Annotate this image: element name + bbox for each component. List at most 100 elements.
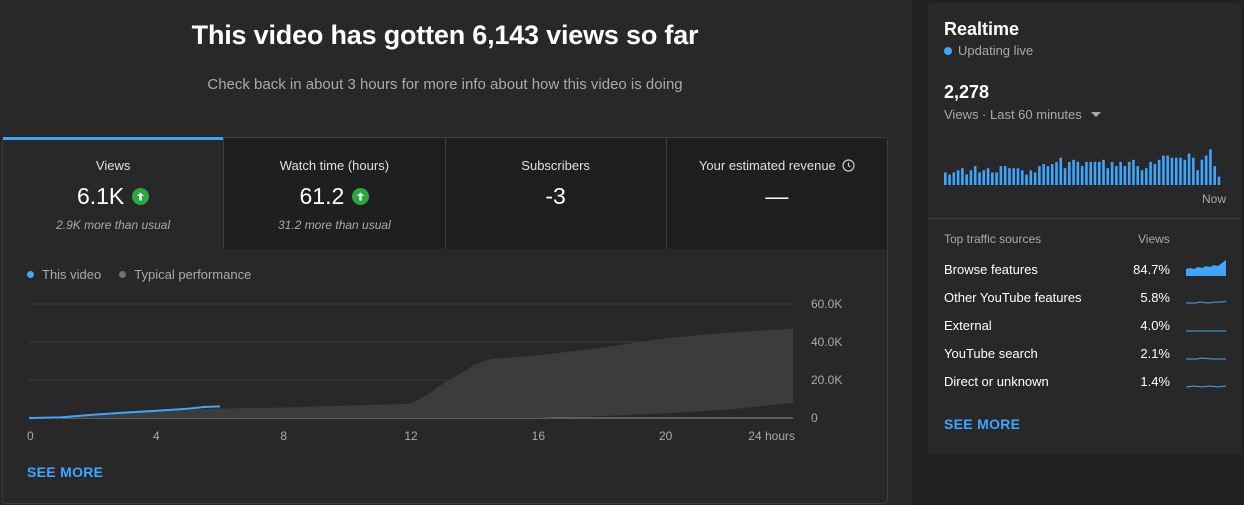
realtime-bar: [1174, 157, 1178, 185]
traffic-header-label: Top traffic sources: [944, 232, 1042, 246]
realtime-bar: [1187, 153, 1191, 185]
realtime-bar: [973, 166, 977, 185]
tab-note: 31.2 more than usual: [278, 218, 391, 232]
y-tick-label: 20.0K: [811, 373, 842, 387]
realtime-bar: [965, 174, 968, 185]
trend-up-icon: [352, 188, 370, 205]
views-chart: 0 20.0K 40.0K 60.0K 0 4 8 12 16 20 24 hours: [27, 297, 842, 443]
realtime-bar: [1110, 161, 1114, 185]
realtime-bar: [1076, 161, 1080, 185]
realtime-bar: [1003, 166, 1007, 185]
metrics-card: Views 6.1K 2.9K more than usual Watch ti…: [2, 137, 888, 504]
realtime-bar: [1020, 170, 1024, 185]
traffic-source-name: Browse features: [944, 262, 1038, 277]
realtime-bar: [1123, 166, 1127, 185]
tab-note: 2.9K more than usual: [56, 218, 171, 232]
traffic-header: Top traffic sources Views: [944, 232, 1226, 246]
tab-value-text: —: [765, 183, 789, 209]
legend-dot: [119, 271, 127, 278]
traffic-source-pct: 1.4%: [1140, 374, 1170, 389]
traffic-source-pct: 84.7%: [1133, 262, 1170, 277]
realtime-bar: [1153, 164, 1157, 185]
realtime-bar: [1025, 174, 1028, 185]
realtime-bar: [952, 172, 956, 185]
traffic-row: Browse features 84.7%: [944, 260, 1226, 282]
realtime-bar: [1140, 170, 1144, 185]
legend-typical: Typical performance: [119, 267, 251, 282]
period-dropdown[interactable]: Views · Last 60 minutes: [944, 107, 1101, 122]
tab-title: Your estimated revenue: [699, 158, 855, 173]
tab-views[interactable]: Views 6.1K 2.9K more than usual: [3, 137, 224, 249]
metric-tabs: Views 6.1K 2.9K more than usual Watch ti…: [3, 137, 887, 249]
realtime-bar: [1162, 155, 1165, 185]
traffic-source-pct: 2.1%: [1140, 346, 1170, 361]
tab-subscribers[interactable]: Subscribers -3: [444, 138, 666, 249]
legend-this-video: This video: [27, 267, 101, 282]
legend-label: This video: [42, 267, 102, 282]
x-tick-label: 12: [404, 429, 418, 443]
realtime-bar-chart: [944, 149, 1221, 185]
chart-legend: This video Typical performance: [27, 267, 251, 282]
clock-icon[interactable]: [842, 159, 855, 172]
trend-up-icon: [132, 188, 150, 205]
now-label: Now: [1201, 192, 1226, 206]
y-tick-label: 40.0K: [811, 335, 842, 349]
realtime-bar: [1068, 161, 1071, 185]
realtime-bar: [1097, 161, 1101, 185]
realtime-bar: [1183, 159, 1187, 185]
realtime-bar: [1157, 159, 1161, 185]
y-tick-label: 0: [811, 411, 818, 425]
traffic-header-views: Views: [1138, 232, 1170, 246]
tab-value-text: 6.1K: [76, 183, 125, 209]
traffic-row: YouTube search 2.1%: [944, 346, 1226, 366]
traffic-source-name: Other YouTube features: [944, 290, 1082, 305]
tab-revenue[interactable]: Your estimated revenue —: [665, 138, 887, 249]
realtime-bar: [978, 172, 981, 185]
tab-value: -3: [446, 183, 666, 210]
realtime-bar: [1029, 170, 1033, 185]
tab-value: 6.1K: [3, 183, 223, 210]
realtime-bar: [995, 172, 998, 185]
realtime-bar: [991, 172, 994, 185]
realtime-bar: [1033, 172, 1037, 185]
traffic-source-pct: 4.0%: [1140, 318, 1170, 333]
realtime-bar: [969, 170, 973, 185]
realtime-bar: [1204, 155, 1208, 185]
traffic-sparkline: [1186, 260, 1226, 276]
realtime-bar: [1059, 157, 1063, 185]
realtime-bar: [961, 168, 964, 185]
realtime-bar: [956, 170, 960, 185]
realtime-bar: [1072, 159, 1075, 185]
realtime-bar: [982, 170, 986, 185]
realtime-bar: [1213, 166, 1217, 185]
traffic-source-name: Direct or unknown: [944, 374, 1049, 389]
realtime-bar: [1200, 159, 1204, 185]
realtime-bar: [1046, 166, 1050, 185]
realtime-bar: [1170, 157, 1174, 185]
page-subline: Check back in about 3 hours for more inf…: [207, 76, 683, 93]
traffic-source-name: YouTube search: [944, 346, 1038, 361]
caret-down-icon: [1090, 112, 1101, 117]
realtime-bar: [944, 172, 947, 185]
realtime-bar: [986, 168, 990, 185]
realtime-bar: [1166, 155, 1169, 185]
tab-title-text: Your estimated revenue: [698, 158, 836, 173]
traffic-row: External 4.0%: [944, 318, 1226, 338]
see-more-realtime-button[interactable]: SEE MORE: [944, 416, 1020, 432]
see-more-button[interactable]: SEE MORE: [27, 464, 103, 480]
realtime-bar: [1106, 168, 1110, 185]
realtime-bar: [1080, 166, 1084, 185]
realtime-bar: [1145, 168, 1148, 185]
realtime-bar: [1217, 176, 1221, 185]
traffic-source-name: External: [944, 318, 992, 333]
realtime-bar: [1016, 168, 1020, 185]
realtime-bar: [1038, 166, 1041, 185]
realtime-bar: [1012, 168, 1015, 185]
tab-watch-time[interactable]: Watch time (hours) 61.2 31.2 more than u…: [223, 138, 445, 249]
realtime-bar: [1132, 159, 1135, 185]
traffic-sparkline: [1186, 357, 1226, 360]
x-tick-label: 0: [27, 429, 34, 443]
live-dot-icon: [944, 46, 952, 55]
realtime-bar: [1055, 161, 1058, 185]
realtime-bar: [1042, 164, 1045, 185]
